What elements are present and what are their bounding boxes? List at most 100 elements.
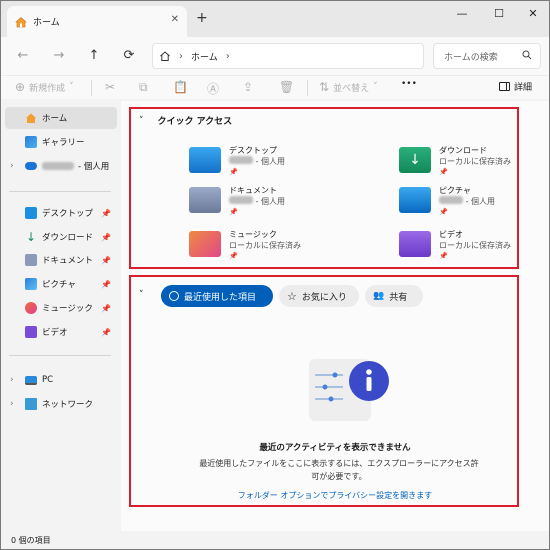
sidebar-item-downloads[interactable]: ↓ ダウンロード 📌: [5, 226, 117, 248]
sort-label: 並べ替え: [333, 83, 370, 94]
new-tab-button[interactable]: +: [196, 10, 208, 26]
close-tab-icon[interactable]: ✕: [171, 14, 179, 25]
navigation-pane: ホーム ギャラリー › - 個人用 デスクトップ 📌 ↓ ダウンロード 📌 ドキ…: [1, 101, 119, 531]
item-name: デスクトップ: [229, 146, 277, 155]
details-button[interactable]: 詳細: [499, 80, 532, 93]
item-sub: - 個人用: [439, 196, 495, 207]
music-folder-icon: [189, 231, 221, 257]
pin-icon: 📌: [229, 208, 238, 216]
empty-state-description: 最近使用したファイルをここに表示するには、エクスプローラーにアクセス許可が必要で…: [199, 459, 479, 481]
plus-circle-icon: ⊕: [15, 80, 26, 94]
item-sub: ローカルに保存済み: [439, 157, 511, 166]
sidebar-item-pictures[interactable]: ピクチャ 📌: [5, 273, 117, 295]
details-pane-icon: [499, 82, 510, 91]
new-button[interactable]: ⊕ 新規作成 ˅: [15, 80, 74, 94]
minimize-button[interactable]: —: [452, 7, 472, 20]
quick-access-header[interactable]: ˅ クイック アクセス: [139, 114, 233, 128]
pin-icon: 📌: [101, 303, 111, 313]
pin-icon: 📌: [439, 168, 448, 176]
sidebar-item-music[interactable]: ミュージック 📌: [5, 297, 117, 319]
search-icon: [522, 50, 532, 60]
pin-icon: 📌: [101, 208, 111, 218]
forward-arrow-icon[interactable]: →: [51, 48, 67, 63]
delete-icon[interactable]: 🗑: [279, 80, 294, 94]
share-icon[interactable]: ⇪: [243, 80, 253, 94]
cut-icon[interactable]: ✂: [105, 80, 115, 94]
tab-recent[interactable]: 最近使用した項目: [161, 285, 273, 307]
more-options-icon[interactable]: •••: [401, 79, 417, 89]
sidebar-label: ネットワーク: [42, 400, 94, 410]
sidebar-item-onedrive[interactable]: › - 個人用: [5, 155, 117, 177]
main-content: ˅ クイック アクセス デスクトップ - 個人用 📌 ↓ ダウンロード ローカル…: [121, 101, 549, 531]
download-folder-icon: ↓: [399, 147, 431, 173]
gallery-icon: [25, 136, 37, 148]
item-sub: - 個人用: [229, 156, 285, 167]
tab-shared[interactable]: 👥 共有: [365, 285, 423, 307]
sidebar-item-pc[interactable]: › PC: [5, 369, 117, 391]
quick-access-item-documents[interactable]: ドキュメント - 個人用 📌: [189, 185, 359, 219]
quick-access-item-downloads[interactable]: ↓ ダウンロード ローカルに保存済み 📌: [399, 145, 550, 179]
desktop-folder-icon: [25, 207, 37, 219]
address-field[interactable]: › ホーム ›: [152, 43, 424, 69]
sidebar-item-desktop[interactable]: デスクトップ 📌: [5, 202, 117, 224]
pin-icon: 📌: [229, 252, 238, 260]
sidebar-divider: [9, 355, 111, 356]
refresh-icon[interactable]: ⟳: [121, 48, 137, 63]
clock-icon: [169, 291, 179, 301]
pin-icon: 📌: [101, 232, 111, 242]
search-input[interactable]: ホームの検索: [433, 43, 541, 69]
sort-button[interactable]: ⇅ 並べ替え ˅: [319, 80, 378, 94]
copy-icon[interactable]: ⧉: [139, 80, 148, 95]
chevron-right-icon[interactable]: ›: [10, 375, 14, 385]
paste-icon[interactable]: 📋: [173, 80, 188, 94]
tab-title: ホーム: [33, 18, 60, 28]
breadcrumb-chevron[interactable]: ›: [226, 51, 230, 62]
quick-access-item-music[interactable]: ミュージック ローカルに保存済み 📌: [189, 229, 359, 263]
empty-state-illustration: [309, 359, 389, 421]
home-icon: [26, 113, 36, 123]
back-arrow-icon[interactable]: ←: [15, 48, 31, 63]
close-window-button[interactable]: ✕: [523, 7, 543, 20]
chevron-down-icon: ˅: [373, 82, 378, 92]
sidebar-item-home[interactable]: ホーム: [5, 107, 117, 129]
item-name: ピクチャ: [439, 186, 471, 195]
item-name: ビデオ: [439, 230, 463, 239]
pin-icon: 📌: [101, 255, 111, 265]
tab-favorites[interactable]: ☆ お気に入り: [279, 285, 359, 307]
up-arrow-icon[interactable]: ↑: [86, 48, 102, 63]
sidebar-item-network[interactable]: › ネットワーク: [5, 393, 117, 415]
sidebar-item-gallery[interactable]: ギャラリー: [5, 131, 117, 153]
privacy-settings-link[interactable]: フォルダー オプションでプライバシー設定を開きます: [121, 490, 549, 501]
quick-access-title: クイック アクセス: [157, 117, 233, 127]
command-bar: ⊕ 新規作成 ˅ ✂ ⧉ 📋 Ⓐ ⇪ 🗑 ⇅ 並べ替え ˅ ••• 詳細: [1, 75, 549, 99]
chevron-down-icon: ˅: [69, 82, 74, 92]
chevron-down-icon[interactable]: ˅: [139, 116, 144, 126]
item-sub: ローカルに保存済み: [229, 241, 301, 250]
sidebar-item-documents[interactable]: ドキュメント 📌: [5, 249, 117, 271]
item-name: ドキュメント: [229, 186, 277, 195]
chevron-right-icon[interactable]: ›: [10, 399, 14, 409]
pin-icon: 📌: [439, 252, 448, 260]
video-icon: [25, 326, 37, 338]
item-count: 0 個の項目: [11, 536, 51, 545]
quick-access-item-pictures[interactable]: ピクチャ - 個人用 📌: [399, 185, 550, 219]
maximize-button[interactable]: ☐: [489, 7, 509, 20]
sidebar-label: ドキュメント: [42, 256, 94, 266]
breadcrumb-home[interactable]: ホーム: [191, 50, 218, 63]
item-sub: - 個人用: [229, 196, 285, 207]
empty-state-title: 最近のアクティビティを表示できません: [259, 443, 411, 453]
quick-access-item-desktop[interactable]: デスクトップ - 個人用 📌: [189, 145, 359, 179]
cloud-icon: [25, 162, 37, 170]
sidebar-item-videos[interactable]: ビデオ 📌: [5, 321, 117, 343]
videos-folder-icon: [399, 231, 431, 257]
status-bar: 0 個の項目: [1, 531, 549, 549]
details-label: 詳細: [514, 83, 533, 93]
tab-home[interactable]: ホーム ✕: [7, 6, 187, 37]
quick-access-item-videos[interactable]: ビデオ ローカルに保存済み 📌: [399, 229, 550, 263]
tab-label: 最近使用した項目: [184, 292, 257, 303]
network-icon: [25, 398, 37, 410]
chevron-down-icon[interactable]: ˅: [139, 290, 144, 300]
sidebar-label: デスクトップ: [42, 209, 94, 219]
rename-icon[interactable]: Ⓐ: [207, 80, 219, 97]
chevron-right-icon[interactable]: ›: [10, 161, 14, 171]
